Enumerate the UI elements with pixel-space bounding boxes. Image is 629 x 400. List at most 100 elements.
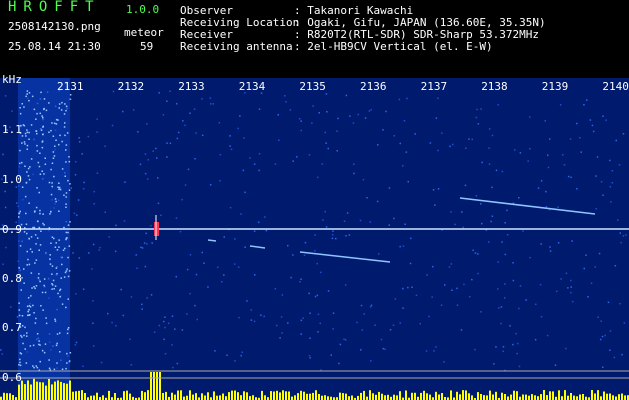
histogram-bar [462, 390, 464, 400]
noise-dot [88, 252, 90, 254]
noise-dot [39, 212, 41, 215]
noise-dot [579, 137, 581, 139]
noise-dot [54, 145, 56, 147]
noise-dot [64, 247, 66, 250]
histogram-bar [483, 395, 485, 400]
histogram-bar [456, 391, 458, 400]
histogram-bar [192, 394, 194, 400]
noise-dot [65, 109, 67, 112]
noise-dot [49, 341, 51, 343]
noise-dot [147, 159, 150, 161]
noise-dot [292, 254, 294, 256]
noise-dot [54, 129, 57, 132]
histogram-bar [501, 392, 503, 400]
histogram-bar [213, 391, 215, 400]
noise-dot [21, 315, 24, 317]
noise-dot [47, 277, 50, 280]
noise-dot [152, 150, 154, 152]
noise-dot [602, 194, 604, 196]
noise-dot [605, 119, 607, 121]
noise-dot [410, 237, 412, 240]
noise-dot [4, 206, 7, 209]
noise-dot [21, 186, 24, 188]
noise-dot [611, 182, 614, 184]
histogram-bar [534, 395, 536, 400]
histogram-bar [393, 394, 395, 400]
noise-dot [60, 109, 63, 111]
noise-dot [475, 195, 478, 197]
noise-dot [55, 344, 58, 347]
noise-dot [32, 173, 34, 176]
histogram-bar [207, 392, 209, 400]
noise-dot [19, 107, 21, 109]
noise-dot [66, 332, 69, 335]
histogram-bar [114, 393, 116, 400]
noise-dot [50, 242, 52, 244]
noise-dot [25, 223, 28, 225]
histogram-bar [300, 390, 302, 400]
noise-dot [469, 295, 471, 298]
noise-dot [45, 109, 48, 112]
noise-dot [491, 134, 494, 137]
noise-dot [35, 317, 37, 320]
noise-dot [308, 355, 311, 357]
noise-dot [64, 172, 66, 174]
noise-dot [25, 362, 28, 364]
noise-dot [370, 304, 373, 307]
noise-dot [19, 361, 21, 364]
noise-dot [437, 149, 439, 152]
noise-dot [61, 140, 63, 143]
noise-dot [28, 131, 30, 134]
noise-dot [111, 321, 113, 324]
noise-dot [26, 131, 29, 134]
noise-dot [35, 259, 38, 261]
noise-dot [27, 297, 30, 299]
noise-dot [66, 237, 68, 239]
noise-dot [274, 163, 277, 165]
noise-dot [76, 214, 78, 216]
noise-dot [477, 123, 480, 125]
noise-dot [525, 299, 527, 301]
noise-dot [18, 309, 20, 311]
noise-dot [50, 211, 52, 213]
noise-dot [201, 98, 203, 100]
noise-dot [317, 176, 319, 179]
histogram-bar [609, 393, 611, 400]
noise-dot [41, 141, 44, 143]
noise-dot [22, 198, 24, 201]
noise-dot [25, 181, 28, 184]
noise-dot [107, 312, 109, 315]
noise-dot [300, 319, 303, 322]
noise-dot [137, 131, 139, 133]
histogram-bar [90, 395, 92, 400]
noise-dot [54, 202, 56, 205]
histogram-bar [399, 391, 401, 400]
noise-dot [48, 297, 50, 299]
noise-dot [258, 169, 260, 172]
x-tick-label: 2131 [57, 80, 84, 93]
noise-dot [514, 149, 516, 151]
noise-dot [28, 309, 30, 311]
noise-dot [189, 292, 191, 295]
noise-dot [62, 249, 65, 251]
histogram-bar [558, 390, 560, 400]
noise-dot [576, 122, 578, 125]
noise-dot [388, 224, 390, 226]
noise-dot [19, 149, 21, 152]
noise-dot [19, 269, 21, 272]
noise-dot [69, 183, 71, 185]
noise-dot [39, 244, 42, 246]
noise-dot [324, 210, 326, 213]
noise-dot [36, 150, 39, 152]
noise-dot [210, 103, 212, 105]
noise-dot [45, 317, 47, 319]
noise-dot [594, 266, 596, 268]
noise-dot [141, 247, 144, 249]
noise-dot [38, 279, 41, 281]
noise-dot [64, 175, 66, 177]
noise-dot [65, 231, 68, 234]
noise-dot [29, 166, 31, 168]
noise-dot [406, 97, 408, 100]
histogram-bar [108, 390, 110, 400]
noise-dot [481, 222, 483, 225]
